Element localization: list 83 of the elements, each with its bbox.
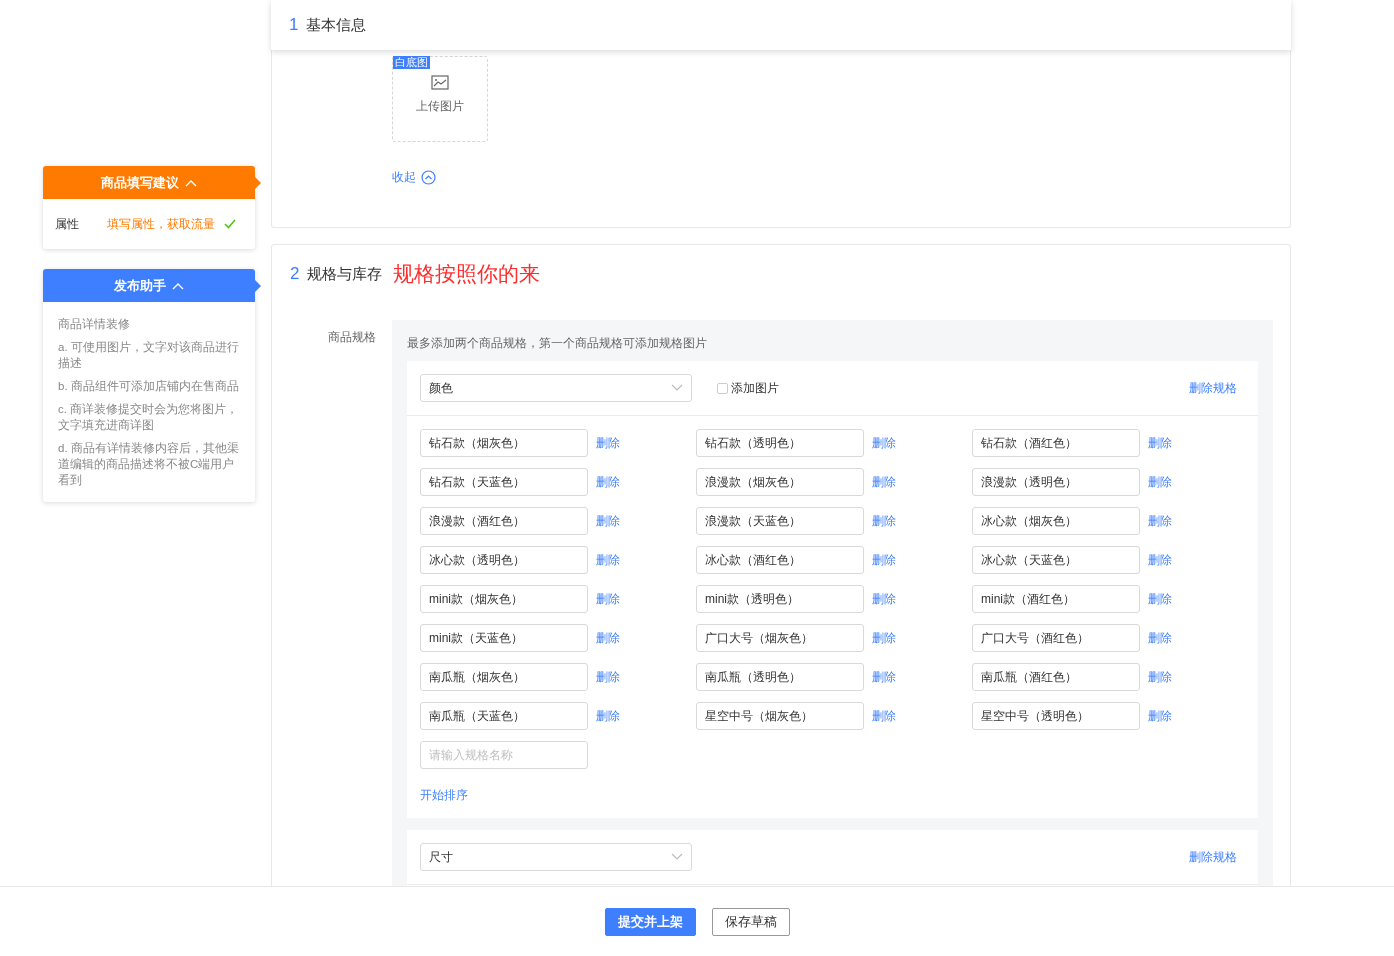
delete-link[interactable]: 删除 xyxy=(872,590,896,608)
delete-link[interactable]: 删除 xyxy=(872,434,896,452)
helper-text: d. 商品有详情装修内容后，其他渠道编辑的商品描述将不被C端用户看到 xyxy=(58,441,240,488)
delete-link[interactable]: 删除 xyxy=(1148,629,1172,647)
delete-link[interactable]: 删除 xyxy=(1148,512,1172,530)
delete-link[interactable]: 删除 xyxy=(1148,551,1172,569)
input-field[interactable]: 星空中号（透明色） xyxy=(972,702,1140,730)
suggestion-text: 填写属性，获取流量 xyxy=(107,216,215,233)
card-title: 发布助手 xyxy=(114,276,166,295)
helper-text: b. 商品组件可添加店铺内在售商品 xyxy=(58,379,240,394)
delete-link[interactable]: 删除 xyxy=(872,551,896,569)
delete-link[interactable]: 删除 xyxy=(596,590,620,608)
input-field[interactable]: 广口大号（烟灰色） xyxy=(696,624,864,652)
delete-spec-link[interactable]: 删除规格 xyxy=(1189,379,1237,397)
save-draft-button[interactable]: 保存草稿 xyxy=(711,907,790,936)
input-field[interactable]: 冰心款（天蓝色） xyxy=(972,546,1140,574)
input-field[interactable]: 钻石款（烟灰色） xyxy=(420,429,588,457)
field-label: 商品规格 xyxy=(327,329,377,346)
input-field[interactable]: 请输入规格名称 xyxy=(420,741,588,769)
spec-select[interactable]: 尺寸 xyxy=(420,843,692,871)
input-field[interactable]: 南瓜瓶（烟灰色） xyxy=(420,663,588,691)
pointer-icon xyxy=(255,177,261,189)
delete-link[interactable]: 删除 xyxy=(596,434,620,452)
helper-text: a. 可使用图片，文字对该商品进行描述 xyxy=(58,340,240,371)
input-field[interactable]: 星空中号（烟灰色） xyxy=(696,702,864,730)
add-image-checkbox[interactable]: 添加图片 xyxy=(717,379,779,397)
delete-link[interactable]: 删除 xyxy=(1148,668,1172,686)
pointer-icon xyxy=(255,280,261,292)
input-field[interactable]: mini款（酒红色） xyxy=(972,585,1140,613)
delete-spec-link[interactable]: 删除规格 xyxy=(1189,848,1237,866)
sort-link[interactable]: 开始排序 xyxy=(420,788,468,802)
input-field[interactable]: 浪漫款（酒红色） xyxy=(420,507,588,535)
input-field[interactable]: 浪漫款（烟灰色） xyxy=(696,468,864,496)
input-field[interactable]: 冰心款（酒红色） xyxy=(696,546,864,574)
upload-text: 上传图片 xyxy=(416,99,464,114)
chevron-icon xyxy=(421,169,436,185)
delete-link[interactable]: 删除 xyxy=(1148,434,1172,452)
image-label: 白底图 xyxy=(393,56,430,69)
image-icon xyxy=(431,75,449,90)
chevron-down-icon xyxy=(671,384,683,392)
input-field[interactable]: 浪漫款（天蓝色） xyxy=(696,507,864,535)
input-field[interactable]: 钻石款（天蓝色） xyxy=(420,468,588,496)
helper-text: c. 商详装修提交时会为您将图片，文字填充进商详图 xyxy=(58,402,240,433)
input-field[interactable]: mini款（透明色） xyxy=(696,585,864,613)
card-title: 商品填写建议 xyxy=(101,173,179,192)
delete-link[interactable]: 删除 xyxy=(1148,707,1172,725)
delete-link[interactable]: 删除 xyxy=(596,707,620,725)
delete-link[interactable]: 删除 xyxy=(872,707,896,725)
delete-link[interactable]: 删除 xyxy=(596,473,620,491)
spec-select[interactable]: 颜色 xyxy=(420,374,692,402)
input-field[interactable]: mini款（烟灰色） xyxy=(420,585,588,613)
input-field[interactable]: 钻石款（酒红色） xyxy=(972,429,1140,457)
section-title: 规格与库存 xyxy=(307,263,383,284)
section-note: 规格按照你的来 xyxy=(393,261,541,288)
input-field[interactable]: 浪漫款（透明色） xyxy=(972,468,1140,496)
collapse-link[interactable]: 收起 xyxy=(392,168,436,186)
delete-link[interactable]: 删除 xyxy=(872,512,896,530)
helper-text: 商品详情装修 xyxy=(58,317,131,332)
row-label: 属性 xyxy=(55,216,80,233)
delete-link[interactable]: 删除 xyxy=(596,668,620,686)
delete-link[interactable]: 删除 xyxy=(872,668,896,686)
chevron-down-icon xyxy=(671,853,683,861)
input-field[interactable]: 冰心款（透明色） xyxy=(420,546,588,574)
step-number: 1 xyxy=(289,14,299,37)
step-number: 2 xyxy=(290,263,300,286)
delete-link[interactable]: 删除 xyxy=(872,473,896,491)
upload-box[interactable]: 白底图 上传图片 xyxy=(392,56,488,142)
submit-button[interactable]: 提交并上架 xyxy=(604,907,696,936)
input-field[interactable]: mini款（天蓝色） xyxy=(420,624,588,652)
input-field[interactable]: 南瓜瓶（天蓝色） xyxy=(420,702,588,730)
delete-link[interactable]: 删除 xyxy=(596,629,620,647)
delete-link[interactable]: 删除 xyxy=(872,629,896,647)
input-field[interactable]: 广口大号（酒红色） xyxy=(972,624,1140,652)
delete-link[interactable]: 删除 xyxy=(1148,590,1172,608)
delete-link[interactable]: 删除 xyxy=(596,551,620,569)
delete-link[interactable]: 删除 xyxy=(596,512,620,530)
section-title: 基本信息 xyxy=(306,14,367,35)
input-field[interactable]: 南瓜瓶（透明色） xyxy=(696,663,864,691)
hint-text: 最多添加两个商品规格，第一个商品规格可添加规格图片 xyxy=(407,335,708,352)
input-field[interactable]: 冰心款（烟灰色） xyxy=(972,507,1140,535)
delete-link[interactable]: 删除 xyxy=(1148,473,1172,491)
input-field[interactable]: 钻石款（透明色） xyxy=(696,429,864,457)
input-field[interactable]: 南瓜瓶（酒红色） xyxy=(972,663,1140,691)
